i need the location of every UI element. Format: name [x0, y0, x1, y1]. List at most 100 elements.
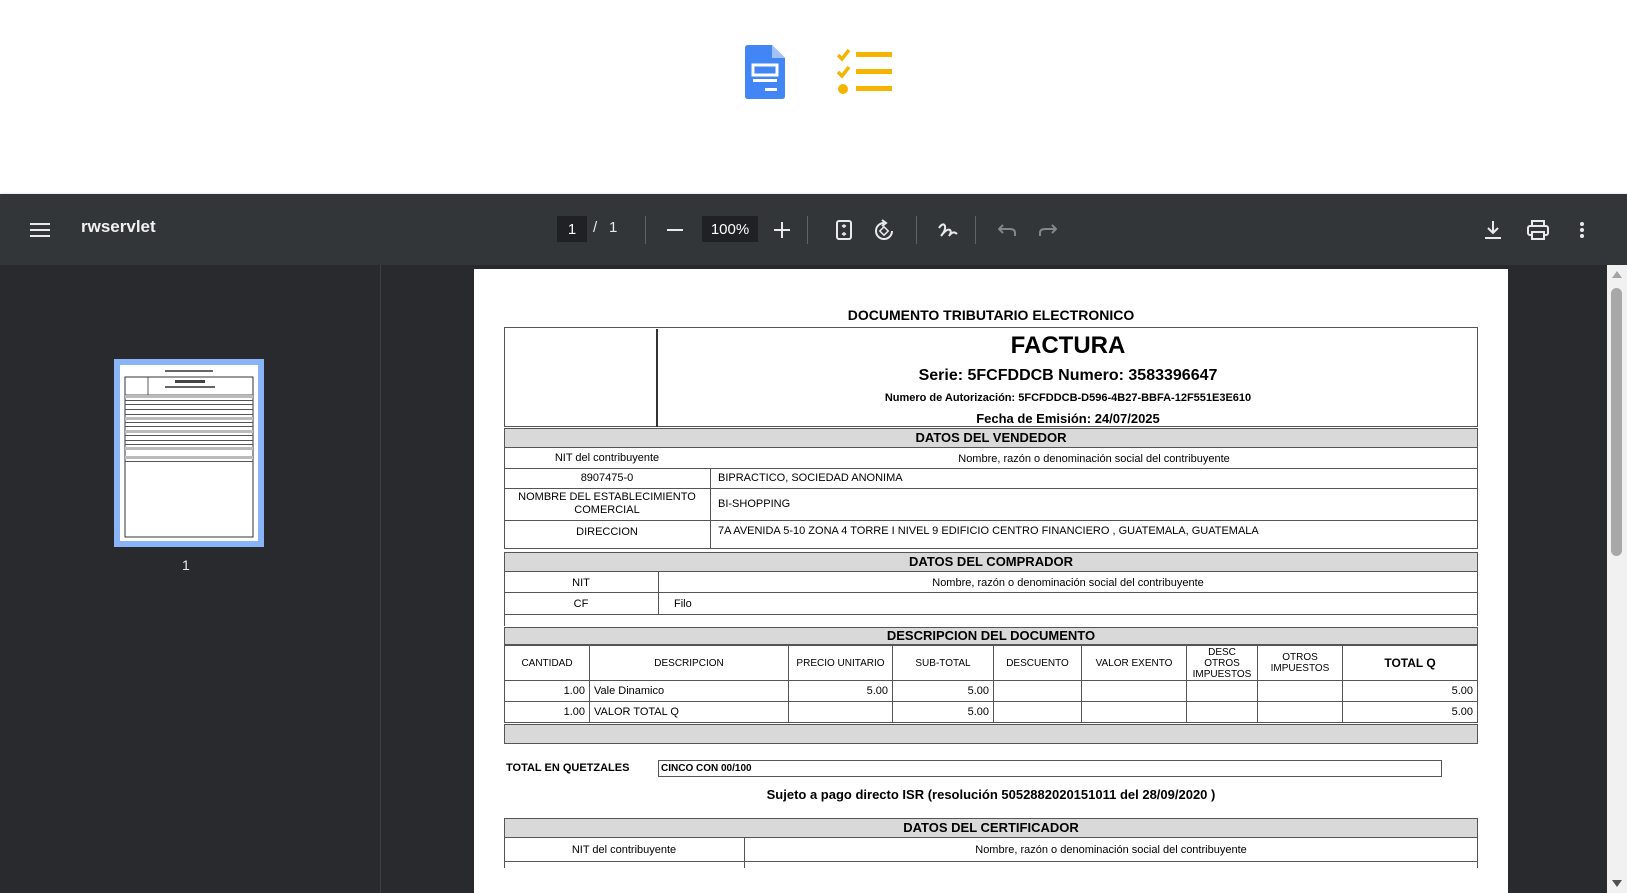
- table-cell: 5.00: [1342, 680, 1478, 702]
- print-icon[interactable]: [1524, 216, 1552, 244]
- table-cell: [1257, 701, 1343, 723]
- certifier-name-label: Nombre, razón o denominación social del …: [975, 844, 1247, 856]
- buyer-nit-label: NIT: [572, 577, 590, 589]
- seller-nit: 8907475-0: [580, 472, 634, 484]
- row-divider: [504, 468, 1478, 469]
- col-header: DESCUENTO: [993, 645, 1082, 681]
- table-cell: 1.00: [504, 680, 590, 702]
- rotate-icon[interactable]: [870, 216, 898, 244]
- buyer-nit: CF: [573, 598, 589, 610]
- checklist-icon[interactable]: [836, 48, 894, 96]
- table-cell: [1257, 680, 1343, 702]
- undo-icon[interactable]: [993, 216, 1021, 244]
- toolbar-divider: [916, 216, 917, 244]
- description-section-title: DESCRIPCION DEL DOCUMENTO: [504, 627, 1478, 645]
- table-cell: [1186, 680, 1258, 702]
- toolbar-divider: [807, 216, 808, 244]
- table-cell: VALOR TOTAL Q: [589, 701, 789, 723]
- table-cell: 5.00: [892, 701, 994, 723]
- table-row: 1.00 VALOR TOTAL Q 5.00 5.00: [504, 701, 1478, 723]
- col-header: OTROS IMPUESTOS: [1257, 645, 1343, 681]
- page-thumbnail[interactable]: [114, 359, 264, 547]
- row-divider: [504, 488, 1478, 489]
- seller-nit-label: NIT del contribuyente: [554, 452, 660, 464]
- col-header: DESC OTROS IMPUESTOS: [1186, 645, 1258, 681]
- column-divider: [1477, 572, 1478, 626]
- invoice-title: FACTURA: [1010, 332, 1126, 359]
- table-cell: [1081, 701, 1187, 723]
- column-divider: [658, 572, 659, 614]
- page-number-input[interactable]: 1: [557, 216, 587, 242]
- table-cell: 5.00: [788, 680, 893, 702]
- more-icon[interactable]: [1568, 216, 1596, 244]
- seller-name: BIPRACTICO, SOCIEDAD ANONIMA: [718, 472, 903, 484]
- column-divider: [710, 468, 711, 548]
- redo-icon[interactable]: [1034, 216, 1062, 244]
- table-cell: [993, 701, 1082, 723]
- plus-icon[interactable]: [768, 216, 796, 244]
- table-cell: [788, 701, 893, 723]
- menu-icon[interactable]: [26, 216, 54, 244]
- scroll-up-arrow[interactable]: [1612, 271, 1622, 278]
- download-icon[interactable]: [1479, 216, 1507, 244]
- scroll-thumb[interactable]: [1611, 288, 1622, 556]
- document-icon[interactable]: [745, 45, 785, 99]
- seller-name-label: Nombre, razón o denominación social del …: [958, 453, 1230, 465]
- table-cell: [993, 680, 1082, 702]
- emission-date: Fecha de Emisión: 24/07/2025: [976, 411, 1160, 426]
- row-divider: [504, 614, 1478, 615]
- table-header-row: CANTIDAD DESCRIPCION PRECIO UNITARIO SUB…: [504, 645, 1478, 681]
- address-value: 7A AVENIDA 5-10 ZONA 4 TORRE I NIVEL 9 E…: [718, 525, 1259, 537]
- total-quetzales-text: CINCO CON 00/100: [658, 760, 1442, 777]
- column-divider: [504, 838, 505, 868]
- table-cell: 5.00: [1342, 701, 1478, 723]
- scroll-down-arrow[interactable]: [1612, 880, 1622, 887]
- buyer-name: Filo: [674, 598, 692, 610]
- viewer-toolbar: rwservlet 1 / 1 100%: [0, 194, 1627, 265]
- thumbnail-preview: [120, 365, 258, 541]
- col-header: DESCRIPCION: [589, 645, 789, 681]
- app-header: [0, 0, 1627, 194]
- fit-page-icon[interactable]: [830, 216, 858, 244]
- items-table: CANTIDAD DESCRIPCION PRECIO UNITARIO SUB…: [504, 645, 1478, 723]
- toolbar-divider: [975, 216, 976, 244]
- seller-section-title: DATOS DEL VENDEDOR: [504, 428, 1478, 448]
- establishment-name: BI-SHOPPING: [718, 498, 791, 510]
- col-header: CANTIDAD: [504, 645, 590, 681]
- minus-icon[interactable]: [661, 216, 689, 244]
- table-cell: [1186, 701, 1258, 723]
- establishment-label: NOMBRE DEL ESTABLECIMIENTO COMERCIAL: [518, 491, 696, 516]
- toolbar-divider: [645, 216, 646, 244]
- page-total: 1: [609, 219, 618, 236]
- thumbnail-page-number: 1: [182, 557, 190, 573]
- column-divider: [504, 572, 505, 626]
- table-cell: [1081, 680, 1187, 702]
- col-header: PRECIO UNITARIO: [788, 645, 893, 681]
- certifier-section-title: DATOS DEL CERTIFICADOR: [504, 818, 1478, 838]
- column-divider: [744, 838, 745, 868]
- table-cell: 5.00: [892, 680, 994, 702]
- document-heading: DOCUMENTO TRIBUTARIO ELECTRONICO: [847, 307, 1135, 323]
- row-divider: [504, 861, 1478, 862]
- pdf-viewer: rwservlet 1 / 1 100% 1 DOCUMENTO TRIBUTA…: [0, 194, 1627, 893]
- page-separator: /: [593, 219, 598, 236]
- authorization-number: Numero de Autorización: 5FCFDDCB-D596-4B…: [884, 392, 1252, 404]
- row-divider: [504, 548, 1478, 549]
- address-label: DIRECCION: [576, 526, 638, 538]
- column-divider: [1477, 838, 1478, 868]
- certifier-nit-label: NIT del contribuyente: [571, 844, 677, 856]
- isr-note: Sujeto a pago directo ISR (resolución 50…: [766, 787, 1216, 802]
- row-divider: [504, 520, 1478, 521]
- serie-number: Serie: 5FCFDDCB Numero: 3583396647: [918, 367, 1218, 384]
- zoom-input[interactable]: 100%: [702, 216, 758, 242]
- column-divider: [504, 448, 505, 548]
- table-row: 1.00 Vale Dinamico 5.00 5.00 5.00: [504, 680, 1478, 702]
- buyer-name-label: Nombre, razón o denominación social del …: [932, 577, 1204, 589]
- table-cell: Vale Dinamico: [589, 680, 789, 702]
- draw-icon[interactable]: [934, 216, 962, 244]
- table-footer-bar: [504, 724, 1478, 744]
- document-area[interactable]: DOCUMENTO TRIBUTARIO ELECTRONICO FACTURA…: [381, 265, 1607, 893]
- table-cell: 1.00: [504, 701, 590, 723]
- document-title: rwservlet: [81, 217, 156, 236]
- thumbnail-sidebar: 1: [0, 265, 381, 893]
